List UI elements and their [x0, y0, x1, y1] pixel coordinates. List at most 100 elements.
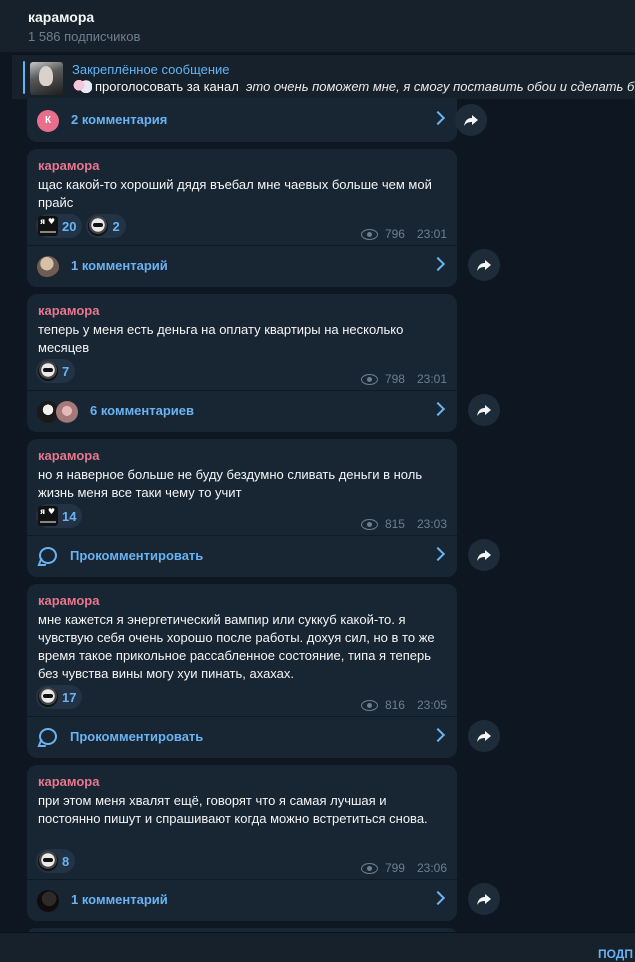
comments-label: 2 комментария — [71, 112, 168, 127]
chevron-right-icon — [430, 890, 446, 906]
post-meta: 799 23:06 — [360, 861, 447, 875]
views-icon — [360, 862, 378, 874]
share-button[interactable] — [468, 883, 500, 915]
view-count: 816 — [384, 698, 405, 712]
reaction-button[interactable]: 17 — [36, 685, 83, 709]
post: карамора при этом меня хвалят ещё, говор… — [27, 765, 457, 921]
pinned-text: проголосовать за канал это очень поможет… — [72, 79, 635, 94]
post-text: при этом меня хвалят ещё, говорят что я … — [38, 793, 428, 826]
post-time: 23:01 — [416, 227, 447, 241]
chevron-right-icon — [430, 727, 446, 743]
share-button[interactable] — [455, 104, 487, 136]
pinned-title: Закреплённое сообщение — [72, 62, 230, 77]
post-meta: 798 23:01 — [360, 372, 447, 386]
post-text: мне кажется я энергетический вампир или … — [38, 612, 435, 681]
skull-sticker-icon — [38, 851, 58, 871]
reaction-button[interactable]: 7 — [36, 359, 76, 383]
post-meta: 796 23:01 — [360, 227, 447, 241]
comments-bar[interactable]: Прокомментировать — [27, 535, 457, 576]
share-button[interactable] — [468, 720, 500, 752]
comment-icon — [39, 547, 57, 564]
share-button[interactable] — [468, 249, 500, 281]
love-sticker-icon — [38, 216, 58, 236]
post: карамора щас какой-то хороший дядя въеба… — [27, 149, 457, 287]
commenter-avatar: К — [37, 110, 59, 132]
post-time: 23:05 — [416, 698, 447, 712]
pinned-message[interactable]: Закреплённое сообщение проголосовать за … — [12, 54, 635, 99]
post: карамора теперь у меня есть деньга на оп… — [27, 294, 457, 432]
comments-bar[interactable]: 6 комментариев — [27, 390, 457, 431]
share-icon — [477, 550, 491, 561]
post-author: карамора — [38, 158, 100, 173]
subscriber-count: 1 586 подписчиков — [28, 29, 141, 44]
skull-sticker-icon — [38, 361, 58, 381]
post: карамора мне кажется я энергетический ва… — [27, 584, 457, 758]
comments-label: 6 комментариев — [90, 403, 195, 418]
views-icon — [360, 699, 378, 711]
reaction-button[interactable]: 20 — [36, 214, 83, 238]
comments-bar[interactable]: 1 комментарий — [27, 879, 457, 920]
comments-label: Прокомментировать — [70, 548, 204, 563]
bottom-bar: ПОДП — [0, 932, 635, 962]
post-partial: К 2 комментария — [27, 98, 457, 142]
share-button[interactable] — [468, 539, 500, 571]
reaction-button[interactable]: 14 — [36, 504, 83, 528]
love-sticker-icon — [38, 506, 58, 526]
post-text: теперь у меня есть деньга на оплату квар… — [38, 322, 404, 355]
share-button[interactable] — [468, 394, 500, 426]
chevron-right-icon — [430, 401, 446, 417]
pinned-thumbnail — [30, 62, 63, 95]
comments-bar[interactable]: К 2 комментария — [27, 100, 457, 140]
reactions: 7 — [36, 359, 76, 383]
reaction-button[interactable]: 8 — [36, 849, 76, 873]
reactions: 20 2 — [36, 214, 126, 238]
post-author: карамора — [38, 303, 100, 318]
post-author: карамора — [38, 448, 100, 463]
view-count: 798 — [384, 372, 405, 386]
post-meta: 816 23:05 — [360, 698, 447, 712]
reaction-button[interactable]: 2 — [86, 214, 126, 238]
post-time: 23:06 — [416, 861, 447, 875]
post-time: 23:03 — [416, 517, 447, 531]
views-icon — [360, 373, 378, 385]
reactions: 14 — [36, 504, 83, 528]
share-icon — [464, 115, 478, 126]
comments-label: 1 комментарий — [71, 892, 168, 907]
share-icon — [477, 260, 491, 271]
share-icon — [477, 405, 491, 416]
channel-header[interactable]: карамора 1 586 подписчиков — [0, 0, 635, 52]
post-text: щас какой-то хороший дядя въебал мне чае… — [38, 177, 432, 210]
skull-sticker-icon — [88, 216, 109, 236]
reactions: 17 — [36, 685, 83, 709]
chevron-right-icon — [430, 256, 446, 272]
comments-label: Прокомментировать — [70, 729, 204, 744]
comments-bar[interactable]: 1 комментарий — [27, 245, 457, 286]
reactions: 8 — [36, 849, 76, 873]
comments-label: 1 комментарий — [71, 258, 168, 273]
comment-icon — [39, 728, 57, 745]
views-icon — [360, 518, 378, 530]
post-text: но я наверное больше не буду бездумно сл… — [38, 467, 423, 500]
share-icon — [477, 731, 491, 742]
views-icon — [360, 228, 378, 240]
view-count: 796 — [384, 227, 405, 241]
post-meta: 815 23:03 — [360, 517, 447, 531]
chevron-right-icon — [430, 110, 446, 126]
pinned-indicator — [23, 61, 25, 94]
commenter-avatar — [37, 256, 59, 278]
commenter-avatar — [37, 890, 59, 912]
channel-title: карамора — [28, 9, 95, 25]
bunny-emoji-icon — [72, 79, 92, 93]
view-count: 815 — [384, 517, 405, 531]
chevron-right-icon — [430, 546, 446, 562]
post-author: карамора — [38, 593, 100, 608]
view-count: 799 — [384, 861, 405, 875]
subscribe-button[interactable]: ПОДП — [598, 947, 633, 961]
commenter-avatar — [56, 401, 78, 423]
post: карамора но я наверное больше не буду бе… — [27, 439, 457, 577]
post-author: карамора — [38, 774, 100, 789]
share-icon — [477, 894, 491, 905]
skull-sticker-icon — [38, 687, 58, 707]
post-time: 23:01 — [416, 372, 447, 386]
comments-bar[interactable]: Прокомментировать — [27, 716, 457, 757]
